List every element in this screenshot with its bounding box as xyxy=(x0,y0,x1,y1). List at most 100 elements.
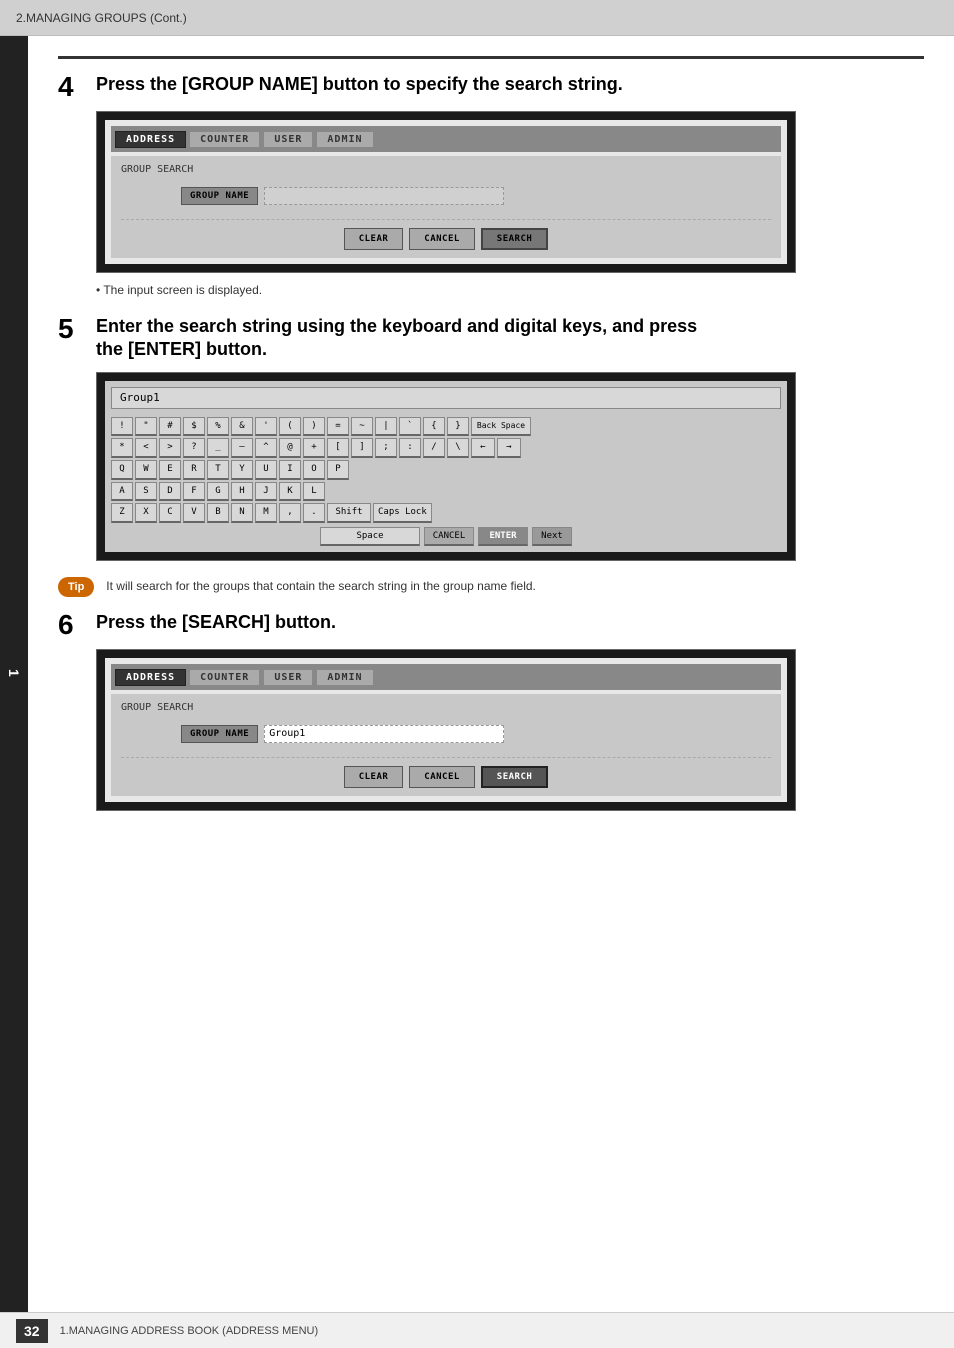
key-n[interactable]: N xyxy=(231,503,253,523)
footer-page-number: 32 xyxy=(16,1319,48,1343)
key-left-arrow[interactable]: ← xyxy=(471,438,495,458)
step4-action-bar: CLEAR CANCEL SEARCH xyxy=(121,219,771,250)
key-gt[interactable]: > xyxy=(159,438,181,458)
key-pipe[interactable]: | xyxy=(375,417,397,437)
key-slash[interactable]: / xyxy=(423,438,445,458)
key-at[interactable]: @ xyxy=(279,438,301,458)
key-f[interactable]: F xyxy=(183,482,205,502)
key-caret[interactable]: ^ xyxy=(255,438,277,458)
step6-tab-admin[interactable]: ADMIN xyxy=(316,669,373,686)
keyboard-text-field[interactable]: Group1 xyxy=(111,387,781,409)
key-z[interactable]: Z xyxy=(111,503,133,523)
key-apos[interactable]: ' xyxy=(255,417,277,437)
step6-tab-user[interactable]: USER xyxy=(263,669,313,686)
tab-counter[interactable]: COUNTER xyxy=(189,131,260,148)
key-semicolon[interactable]: ; xyxy=(375,438,397,458)
key-row-5: Z X C V B N M , . Shift Caps Lock xyxy=(111,503,781,523)
main-content: 4 Press the [GROUP NAME] button to speci… xyxy=(28,36,954,859)
step6-tab-bar: ADDRESS COUNTER USER ADMIN xyxy=(111,664,781,690)
key-q[interactable]: Q xyxy=(111,460,133,480)
footer-bar: 32 1.MANAGING ADDRESS BOOK (ADDRESS MENU… xyxy=(0,1312,954,1348)
key-amp[interactable]: & xyxy=(231,417,253,437)
key-w[interactable]: W xyxy=(135,460,157,480)
step4-clear-button[interactable]: CLEAR xyxy=(344,228,404,250)
key-excl[interactable]: ! xyxy=(111,417,133,437)
key-p[interactable]: P xyxy=(327,460,349,480)
key-period[interactable]: . xyxy=(303,503,325,523)
key-backspace[interactable]: Back Space xyxy=(471,417,531,435)
key-right-arrow[interactable]: → xyxy=(497,438,521,458)
step6-group-name-button[interactable]: GROUP NAME xyxy=(181,725,258,743)
key-b[interactable]: B xyxy=(207,503,229,523)
key-colon[interactable]: : xyxy=(399,438,421,458)
key-rparen[interactable]: ) xyxy=(303,417,325,437)
key-row-1: ! " # $ % & ' ( ) = ~ | ` { } Back Space xyxy=(111,417,781,437)
key-a[interactable]: A xyxy=(111,482,133,502)
key-t[interactable]: T xyxy=(207,460,229,480)
key-i[interactable]: I xyxy=(279,460,301,480)
key-shift[interactable]: Shift xyxy=(327,503,371,523)
tab-admin[interactable]: ADMIN xyxy=(316,131,373,148)
key-plus[interactable]: + xyxy=(303,438,325,458)
key-l[interactable]: L xyxy=(303,482,325,502)
key-hash[interactable]: # xyxy=(159,417,181,437)
tab-address[interactable]: ADDRESS xyxy=(115,131,186,148)
step6-cancel-button[interactable]: CANCEL xyxy=(409,766,475,788)
tip-text: It will search for the groups that conta… xyxy=(106,575,536,595)
tab-user[interactable]: USER xyxy=(263,131,313,148)
step6-tab-address[interactable]: ADDRESS xyxy=(115,669,186,686)
key-equals[interactable]: = xyxy=(327,417,349,437)
key-r[interactable]: R xyxy=(183,460,205,480)
key-caps-lock[interactable]: Caps Lock xyxy=(373,503,432,523)
key-u[interactable]: U xyxy=(255,460,277,480)
step4-group-name-button[interactable]: GROUP NAME xyxy=(181,187,258,205)
key-k[interactable]: K xyxy=(279,482,301,502)
key-j[interactable]: J xyxy=(255,482,277,502)
key-lparen[interactable]: ( xyxy=(279,417,301,437)
key-dash[interactable]: — xyxy=(231,438,253,458)
key-s[interactable]: S xyxy=(135,482,157,502)
step4-screen: ADDRESS COUNTER USER ADMIN GROUP SEARCH … xyxy=(96,111,796,273)
key-star[interactable]: * xyxy=(111,438,133,458)
step6-tab-counter[interactable]: COUNTER xyxy=(189,669,260,686)
key-lt[interactable]: < xyxy=(135,438,157,458)
step4-search-button[interactable]: SEARCH xyxy=(481,228,549,250)
step4-cancel-button[interactable]: CANCEL xyxy=(409,228,475,250)
key-comma[interactable]: , xyxy=(279,503,301,523)
keyboard-cancel-button[interactable]: CANCEL xyxy=(424,527,474,547)
key-tilde[interactable]: ~ xyxy=(351,417,373,437)
key-v[interactable]: V xyxy=(183,503,205,523)
key-d[interactable]: D xyxy=(159,482,181,502)
key-lbrace[interactable]: { xyxy=(423,417,445,437)
step6-search-button[interactable]: SEARCH xyxy=(481,766,549,788)
step4-screen-body: GROUP SEARCH GROUP NAME CLEAR CANCEL SEA… xyxy=(111,156,781,258)
key-x[interactable]: X xyxy=(135,503,157,523)
key-dollar[interactable]: $ xyxy=(183,417,205,437)
key-row-4: A S D F G H J K L xyxy=(111,482,781,502)
key-backtick[interactable]: ` xyxy=(399,417,421,437)
keyboard-next-button[interactable]: Next xyxy=(532,527,572,547)
key-c[interactable]: C xyxy=(159,503,181,523)
key-question[interactable]: ? xyxy=(183,438,205,458)
step6-clear-button[interactable]: CLEAR xyxy=(344,766,404,788)
key-lbracket[interactable]: [ xyxy=(327,438,349,458)
key-rbracket[interactable]: ] xyxy=(351,438,373,458)
page-header: 2.MANAGING GROUPS (Cont.) xyxy=(0,0,954,36)
keyboard-enter-button[interactable]: ENTER xyxy=(478,527,528,547)
key-y[interactable]: Y xyxy=(231,460,253,480)
footer-title: 1.MANAGING ADDRESS BOOK (ADDRESS MENU) xyxy=(60,1325,319,1337)
key-m[interactable]: M xyxy=(255,503,277,523)
key-space[interactable]: Space xyxy=(320,527,420,547)
key-e[interactable]: E xyxy=(159,460,181,480)
keyboard-inner: Group1 ! " # $ % & ' ( ) = ~ | ` { xyxy=(105,381,787,553)
key-underscore[interactable]: _ xyxy=(207,438,229,458)
key-quote[interactable]: " xyxy=(135,417,157,437)
key-percent[interactable]: % xyxy=(207,417,229,437)
key-o[interactable]: O xyxy=(303,460,325,480)
key-rbrace[interactable]: } xyxy=(447,417,469,437)
key-backslash[interactable]: \ xyxy=(447,438,469,458)
step4-number: 4 xyxy=(58,73,88,101)
key-g[interactable]: G xyxy=(207,482,229,502)
key-h[interactable]: H xyxy=(231,482,253,502)
step6-screen-inner: ADDRESS COUNTER USER ADMIN GROUP SEARCH … xyxy=(105,658,787,802)
